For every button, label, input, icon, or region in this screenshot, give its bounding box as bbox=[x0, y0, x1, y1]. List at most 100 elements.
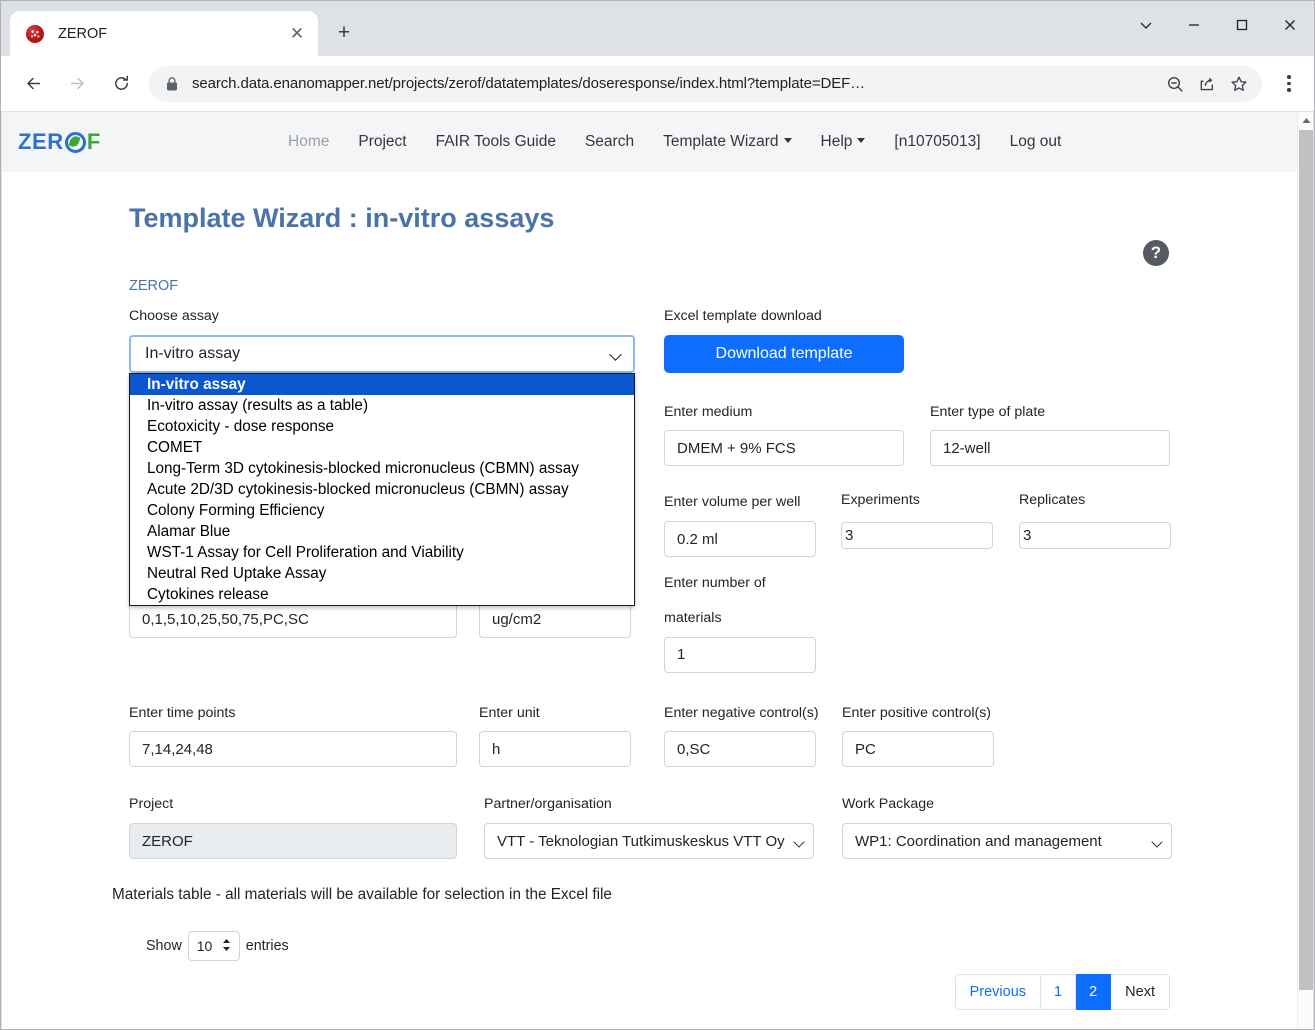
nav-item-user-id[interactable]: [n10705013] bbox=[894, 133, 980, 151]
new-tab-button[interactable]: + bbox=[329, 18, 359, 48]
assay-option[interactable]: Alamar Blue bbox=[130, 521, 634, 542]
nav-item-help-label: Help bbox=[821, 133, 853, 150]
browser-toolbar: search.data.enanomapper.net/projects/zer… bbox=[1, 56, 1314, 111]
replicates-label: Replicates bbox=[1019, 489, 1171, 512]
nav-item-home[interactable]: Home bbox=[288, 133, 329, 151]
reload-icon[interactable] bbox=[104, 67, 138, 101]
assay-option[interactable]: Cytokines release bbox=[130, 584, 634, 605]
pagination-next[interactable]: Next bbox=[1111, 974, 1170, 1010]
nav-item-template-wizard-label: Template Wizard bbox=[663, 133, 778, 150]
excel-download-label: Excel template download bbox=[664, 305, 904, 328]
show-label: Show bbox=[146, 938, 182, 954]
medium-input[interactable]: DMEM + 9% FCS bbox=[664, 430, 904, 466]
assay-option[interactable]: WST-1 Assay for Cell Proliferation and V… bbox=[130, 542, 634, 563]
medium-label: Enter medium bbox=[664, 401, 904, 424]
back-icon[interactable] bbox=[16, 67, 50, 101]
positive-control-input[interactable]: PC bbox=[842, 731, 994, 767]
zerof-logo[interactable]: ZER F bbox=[18, 129, 113, 155]
replicates-input[interactable]: 3 bbox=[1019, 522, 1171, 549]
close-icon[interactable]: ✕ bbox=[284, 21, 310, 47]
assay-option[interactable]: Acute 2D/3D cytokinesis-blocked micronuc… bbox=[130, 479, 634, 500]
zoom-out-icon[interactable] bbox=[1160, 69, 1190, 99]
experiments-label: Experiments bbox=[841, 489, 993, 512]
page-scrollbar[interactable] bbox=[1297, 112, 1313, 1029]
download-template-button[interactable]: Download template bbox=[664, 335, 904, 373]
choose-assay-combobox[interactable]: In-vitro assay In-vitro assay In-vitro a… bbox=[129, 335, 635, 373]
page-viewport: ZER F Home Project FAIR Tools Guide Searc… bbox=[2, 112, 1313, 1029]
assay-option[interactable]: Colony Forming Efficiency bbox=[130, 500, 634, 521]
assay-option[interactable]: Long-Term 3D cytokinesis-blocked micronu… bbox=[130, 458, 634, 479]
stepper-icon bbox=[222, 938, 231, 952]
pagination-page-1[interactable]: 1 bbox=[1041, 974, 1076, 1010]
choose-assay-label: Choose assay bbox=[129, 305, 664, 328]
timepoints-input[interactable]: 7,14,24,48 bbox=[129, 731, 457, 767]
pagination-page-2[interactable]: 2 bbox=[1076, 974, 1111, 1010]
page-title: Template Wizard : in-vitro assays bbox=[129, 203, 1297, 234]
scrollbar-thumb[interactable] bbox=[1299, 130, 1313, 990]
concentration-unit-input[interactable]: ug/cm2 bbox=[479, 602, 631, 638]
nav-links: Home Project FAIR Tools Guide Search Tem… bbox=[288, 133, 1061, 151]
entries-label: entries bbox=[246, 938, 289, 954]
entries-per-page-value: 10 bbox=[197, 938, 213, 954]
maximize-icon[interactable] bbox=[1218, 1, 1266, 48]
num-materials-label-line2: materials bbox=[664, 607, 816, 630]
share-icon[interactable] bbox=[1192, 69, 1222, 99]
concentrations-input[interactable]: 0,1,5,10,25,50,75,PC,SC bbox=[129, 602, 457, 638]
nav-item-help[interactable]: Help bbox=[821, 133, 866, 151]
assay-option[interactable]: Neutral Red Uptake Assay bbox=[130, 563, 634, 584]
pagination-previous[interactable]: Previous bbox=[955, 974, 1041, 1010]
pagination: Previous 1 2 Next bbox=[129, 974, 1297, 1010]
positive-control-label: Enter positive control(s) bbox=[842, 702, 994, 725]
project-context-label: ZEROF bbox=[129, 278, 1297, 294]
volume-label: Enter volume per well bbox=[664, 491, 816, 514]
assay-option[interactable]: In-vitro assay bbox=[130, 374, 634, 395]
tab-strip: ZEROF ✕ + bbox=[1, 1, 1314, 56]
close-window-icon[interactable] bbox=[1266, 1, 1314, 48]
nav-item-search[interactable]: Search bbox=[585, 133, 634, 151]
browser-menu-icon[interactable] bbox=[1274, 67, 1304, 101]
partner-label: Partner/organisation bbox=[484, 793, 842, 816]
negative-control-input[interactable]: 0,SC bbox=[664, 731, 816, 767]
partner-select[interactable]: VTT - Teknologian Tutkimuskeskus VTT Oy bbox=[484, 823, 814, 859]
nav-item-logout[interactable]: Log out bbox=[1010, 133, 1062, 151]
main-content: Template Wizard : in-vitro assays ? ZERO… bbox=[2, 203, 1297, 1029]
num-materials-input[interactable]: 1 bbox=[664, 637, 816, 673]
bookmark-star-icon[interactable] bbox=[1224, 69, 1254, 99]
materials-table-note: Materials table - all materials will be … bbox=[112, 886, 1297, 904]
num-materials-label-line1: Enter number of bbox=[664, 572, 816, 595]
logo-text-zer: ZER bbox=[18, 129, 64, 155]
choose-assay-option-list[interactable]: In-vitro assay In-vitro assay (results a… bbox=[129, 373, 635, 606]
nav-item-project[interactable]: Project bbox=[358, 133, 406, 151]
project-field-label: Project bbox=[129, 793, 484, 816]
assay-option[interactable]: Ecotoxicity - dose response bbox=[130, 416, 634, 437]
chevron-down-icon bbox=[784, 138, 792, 143]
time-unit-input[interactable]: h bbox=[479, 731, 631, 767]
experiments-input[interactable]: 3 bbox=[841, 522, 993, 549]
url-text: search.data.enanomapper.net/projects/zer… bbox=[192, 75, 1158, 92]
assay-option[interactable]: In-vitro assay (results as a table) bbox=[130, 395, 634, 416]
forward-icon[interactable] bbox=[60, 67, 94, 101]
scroll-up-icon[interactable] bbox=[1298, 112, 1313, 129]
minimize-icon[interactable] bbox=[1170, 1, 1218, 48]
choose-assay-value[interactable]: In-vitro assay bbox=[129, 335, 635, 373]
favicon-icon bbox=[26, 25, 44, 43]
logo-text-f: F bbox=[87, 129, 101, 155]
assay-option[interactable]: COMET bbox=[130, 437, 634, 458]
browser-tab[interactable]: ZEROF ✕ bbox=[10, 11, 318, 56]
chevron-down-icon[interactable] bbox=[1122, 1, 1170, 48]
browser-window: ZEROF ✕ + bbox=[0, 0, 1315, 1030]
help-icon[interactable]: ? bbox=[1143, 240, 1169, 266]
entries-per-page-select[interactable]: 10 bbox=[188, 931, 240, 961]
negative-control-label: Enter negative control(s) bbox=[664, 702, 842, 725]
site-navbar: ZER F Home Project FAIR Tools Guide Searc… bbox=[2, 112, 1297, 172]
plate-input[interactable]: 12-well bbox=[930, 430, 1170, 466]
plate-label: Enter type of plate bbox=[930, 401, 1170, 424]
workpackage-label: Work Package bbox=[842, 793, 1172, 816]
volume-input[interactable]: 0.2 ml bbox=[664, 521, 816, 557]
nav-item-fair-tools-guide[interactable]: FAIR Tools Guide bbox=[436, 133, 556, 151]
timepoints-label: Enter time points bbox=[129, 702, 479, 725]
workpackage-select[interactable]: WP1: Coordination and management bbox=[842, 823, 1172, 859]
logo-leaf-icon bbox=[65, 132, 86, 153]
nav-item-template-wizard[interactable]: Template Wizard bbox=[663, 133, 791, 151]
address-bar[interactable]: search.data.enanomapper.net/projects/zer… bbox=[149, 66, 1262, 102]
